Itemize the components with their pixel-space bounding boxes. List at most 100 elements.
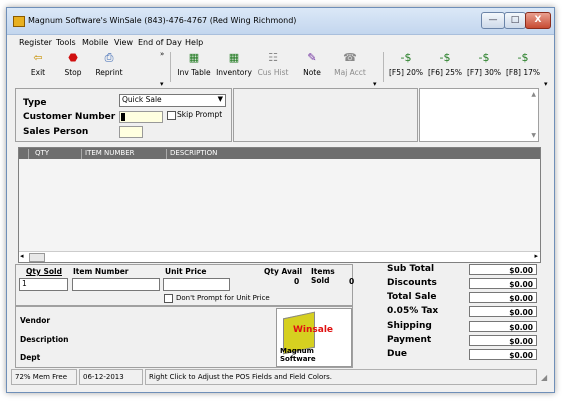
vendor-label: Vendor [20, 316, 51, 325]
exit-button[interactable]: ⇦ Exit [25, 51, 51, 78]
horizontal-scrollbar[interactable]: ◂ ▸ [19, 251, 540, 262]
scroll-left-icon[interactable]: ◂ [20, 252, 24, 260]
f8-label: [F8] 17% [506, 68, 540, 77]
exit-icon: ⇦ [33, 51, 43, 64]
toolbar: ⇦ Exit ⬣ Stop ⎙ Reprint ▾ » ▦ Inv Table … [7, 50, 554, 88]
dont-prompt-checkbox[interactable] [164, 294, 173, 303]
scroll-right-icon[interactable]: ▸ [534, 252, 538, 260]
maj-acct-label: Maj Acct [334, 68, 366, 77]
company-logo: Winsale Magnum Software [276, 308, 352, 367]
total-sale-value: $0.00 [469, 292, 537, 303]
customer-history-icon: ☷ [268, 51, 278, 64]
cus-hist-button[interactable]: ☷ Cus Hist [256, 51, 290, 78]
cus-hist-label: Cus Hist [257, 68, 289, 77]
text-cursor [121, 113, 125, 121]
skip-prompt-checkbox[interactable] [167, 111, 176, 120]
memory-status: 72% Mem Free [11, 369, 77, 385]
title-bar: Magnum Software's WinSale (843)-476-4767… [7, 8, 554, 35]
status-bar: 72% Mem Free 06-12-2013 Right Click to A… [7, 369, 554, 385]
payment-value[interactable]: $0.00 [469, 335, 537, 346]
maj-acct-button[interactable]: ☎ Maj Acct [331, 51, 369, 78]
qty-avail-value: 0 [294, 277, 300, 286]
qty-sold-label: Qty Sold [26, 267, 62, 276]
logo-company-line2: Software [280, 355, 316, 363]
items-sold-label: Items Sold [311, 267, 335, 285]
stop-button[interactable]: ⬣ Stop [60, 52, 86, 78]
dont-prompt-label: Don't Prompt for Unit Price [176, 294, 270, 302]
chevron-down-icon[interactable]: ▾ [544, 80, 548, 88]
menu-mobile[interactable]: Mobile [82, 38, 108, 47]
description-label: Description [20, 335, 69, 344]
menu-tools[interactable]: Tools [56, 38, 76, 47]
customer-number-field[interactable] [119, 111, 163, 123]
qty-sold-input[interactable]: 1 [19, 278, 68, 291]
dept-label: Dept [20, 353, 41, 362]
sales-person-field[interactable] [119, 126, 143, 138]
scroll-up-icon[interactable]: ▲ [531, 91, 536, 98]
notes-box[interactable]: ▲ ▼ [419, 88, 539, 142]
toolbar-separator [383, 52, 384, 82]
inventory-button[interactable]: ▦ Inventory [214, 52, 254, 78]
col-description[interactable]: DESCRIPTION [167, 149, 540, 159]
maximize-button[interactable]: □ [504, 12, 526, 29]
menu-register[interactable]: Register [19, 38, 52, 47]
app-icon [13, 16, 25, 27]
tax-value: $0.00 [469, 306, 537, 317]
discount-icon: -$ [439, 51, 451, 64]
major-account-icon: ☎ [343, 51, 357, 64]
inventory-table-icon: ▦ [188, 51, 200, 64]
toolbar-separator [170, 52, 171, 82]
scroll-down-icon[interactable]: ▼ [531, 132, 536, 139]
subtotal-label: Sub Total [387, 264, 435, 274]
f6-discount-button[interactable]: -$ [F6] 25% [426, 51, 464, 78]
item-number-input[interactable] [72, 278, 160, 291]
close-button[interactable]: X [525, 12, 551, 29]
chevron-down-icon[interactable]: ▾ [160, 80, 164, 88]
grid-header: QTY ITEM NUMBER DESCRIPTION [19, 148, 540, 159]
due-label: Due [387, 349, 407, 359]
details-panel: Vendor Description Dept Winsale Magnum S… [15, 306, 353, 368]
chevron-down-icon[interactable]: ▾ [373, 80, 377, 88]
scroll-thumb[interactable] [29, 253, 45, 262]
items-grid[interactable]: QTY ITEM NUMBER DESCRIPTION ◂ ▸ [18, 147, 541, 263]
due-value: $0.00 [469, 349, 537, 360]
note-label: Note [303, 68, 321, 77]
col-qty[interactable]: QTY [29, 149, 82, 159]
menu-view[interactable]: View [114, 38, 133, 47]
unit-price-input[interactable] [163, 278, 230, 291]
shipping-value[interactable]: $0.00 [469, 321, 537, 332]
overflow-chevron[interactable]: » [160, 50, 164, 58]
shipping-label: Shipping [387, 321, 432, 331]
f7-label: [F7] 30% [467, 68, 501, 77]
type-select[interactable]: Quick Sale ▼ [119, 94, 226, 107]
menu-end-of-day[interactable]: End of Day [138, 38, 182, 47]
sale-info-panel: Type Quick Sale ▼ Customer Number Skip P… [15, 88, 232, 142]
resize-grip-icon[interactable]: ◢ [541, 373, 547, 382]
menu-help[interactable]: Help [185, 38, 203, 47]
customer-info-panel [233, 88, 418, 142]
discounts-value: $0.00 [469, 278, 537, 289]
type-select-value: Quick Sale [122, 95, 162, 104]
note-button[interactable]: ✎ Note [300, 52, 324, 78]
subtotal-value: $0.00 [469, 264, 537, 275]
f5-label: [F5] 20% [389, 68, 423, 77]
discount-icon: -$ [517, 51, 529, 64]
col-item-number[interactable]: ITEM NUMBER [82, 149, 167, 159]
qty-avail-label: Qty Avail [264, 267, 303, 276]
payment-label: Payment [387, 335, 432, 345]
f7-discount-button[interactable]: -$ [F7] 30% [465, 52, 503, 78]
type-label: Type [23, 98, 47, 108]
app-window: Magnum Software's WinSale (843)-476-4767… [6, 7, 555, 393]
menu-bar: Register Tools Mobile View End of Day He… [7, 36, 554, 49]
minimize-button[interactable]: — [481, 12, 505, 29]
total-sale-label: Total Sale [387, 292, 437, 302]
date-status: 06-12-2013 [79, 369, 143, 385]
skip-prompt-label: Skip Prompt [177, 110, 223, 119]
inv-table-button[interactable]: ▦ Inv Table [175, 51, 213, 78]
reprint-button[interactable]: ⎙ Reprint [93, 52, 125, 78]
f8-discount-button[interactable]: -$ [F8] 17% [504, 51, 542, 78]
tax-label: 0.05% Tax [387, 306, 439, 316]
logo-brand: Winsale [293, 325, 334, 335]
f5-discount-button[interactable]: -$ [F5] 20% [387, 52, 425, 78]
logo-company-line1: Magnum [280, 347, 314, 355]
